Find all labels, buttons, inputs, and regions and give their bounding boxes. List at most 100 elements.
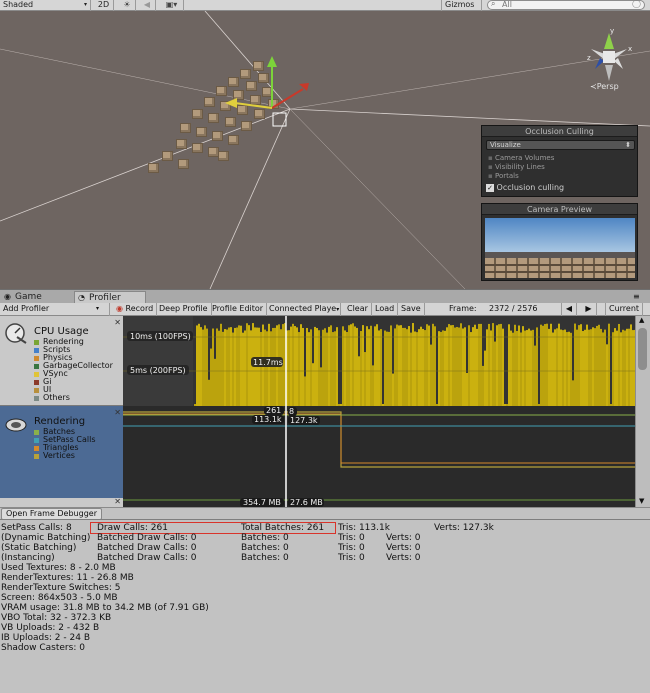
memory-area[interactable]: ✕: [0, 497, 123, 507]
tab-menu-icon[interactable]: ≡: [633, 292, 640, 301]
rendering-area[interactable]: Rendering Batches SetPass Calls Triangle…: [0, 406, 123, 498]
profiler-toolbar: Add Profiler ▾ ◉ Record Deep Profile Pro…: [0, 303, 650, 316]
orientation-gizmo[interactable]: y x z: [583, 27, 635, 85]
cpu-frame-bar: [328, 326, 330, 406]
cpu-frame-bar: [450, 325, 452, 406]
legend-others[interactable]: Others: [34, 394, 70, 402]
stat-render-textures: RenderTextures: 11 - 26.8 MB: [1, 573, 134, 583]
cpu-frame-bar: [468, 325, 470, 406]
stat-shadow-casters: Shadow Casters: 0: [1, 643, 85, 653]
connected-player-label: Connected Playe: [269, 304, 337, 313]
previous-frame-icon[interactable]: ◀: [561, 303, 577, 316]
cpu-frame-bar: [266, 331, 268, 406]
cpu-frame-bar: [490, 330, 492, 406]
close-icon[interactable]: ✕: [114, 318, 121, 327]
legend-swatch: [34, 388, 39, 393]
record-button[interactable]: ◉ Record: [113, 303, 158, 316]
add-profiler-dropdown[interactable]: Add Profiler ▾: [0, 303, 110, 316]
load-button[interactable]: Load: [372, 303, 399, 316]
stat-vb-uploads: VB Uploads: 2 - 432 B: [1, 623, 100, 633]
checkbox-checked-icon[interactable]: ✓: [486, 184, 494, 192]
legend-swatch: [34, 438, 39, 443]
cpu-frame-bar: [488, 323, 490, 406]
frame-value: 2372 / 2576: [489, 304, 538, 313]
2d-toggle[interactable]: 2D: [94, 0, 114, 11]
clear-button[interactable]: Clear: [344, 303, 372, 316]
legend-swatch: [34, 372, 39, 377]
memory-chart[interactable]: 354.7 MB 27.6 MB: [123, 498, 635, 507]
sun-icon[interactable]: ☀: [119, 0, 136, 11]
visualize-dropdown[interactable]: Visualize ⬍: [486, 140, 635, 150]
projection-label[interactable]: ≺Persp: [590, 82, 619, 91]
cpu-frame-bar: [240, 325, 242, 406]
cpu-frame-bar: [480, 323, 482, 406]
cpu-frame-bar: [300, 324, 302, 406]
cpu-frame-bar: [442, 330, 444, 406]
cpu-frame-bar: [466, 372, 468, 406]
image-icon[interactable]: ▣▾: [160, 0, 184, 11]
scroll-down-icon[interactable]: ▼: [639, 497, 644, 505]
projection-text: Persp: [596, 82, 619, 91]
vertical-scrollbar[interactable]: ▲ ▼: [635, 316, 650, 507]
gizmos-dropdown[interactable]: Gizmos ▾: [441, 0, 482, 19]
cpu-frame-bar: [456, 326, 458, 406]
cpu-frame-bar: [562, 330, 564, 406]
rendering-title: Rendering: [34, 416, 86, 427]
rendering-chart[interactable]: 261 8 113.1k 127.3k: [123, 406, 635, 498]
cpu-frame-bar: [418, 329, 420, 406]
cpu-frame-bar: [332, 332, 334, 406]
cpu-frame-bar: [422, 328, 424, 406]
legend-swatch: [34, 396, 39, 401]
legend-swatch: [34, 348, 39, 353]
option-visibility-lines[interactable]: ▪ Visibility Lines: [488, 163, 554, 172]
cpu-frame-bar: [572, 380, 574, 406]
move-gizmo[interactable]: [215, 51, 315, 131]
cpu-frame-bar: [578, 325, 580, 406]
next-frame-icon[interactable]: ▶: [581, 303, 597, 316]
clear-search-icon[interactable]: ◯: [632, 0, 641, 8]
connected-player-dropdown[interactable]: Connected Playe▾: [266, 303, 341, 316]
gizmo-x-label: x: [628, 45, 632, 53]
cpu-frame-bar: [516, 330, 518, 406]
cpu-frame-bar: [306, 327, 308, 406]
cpu-frame-bar: [230, 327, 232, 406]
occlusion-culling-toggle[interactable]: ✓ Occlusion culling: [486, 183, 564, 192]
cpu-frame-bar: [518, 325, 520, 406]
option-portals[interactable]: ▪ Portals: [488, 172, 554, 181]
frame-debugger-bar: Open Frame Debugger: [0, 507, 650, 520]
scene-view[interactable]: y x z ≺Persp Occlusion Culling Visualize…: [0, 11, 650, 289]
stat-dynamic-verts: Verts: 0: [386, 533, 421, 543]
profile-editor-button[interactable]: Profile Editor: [209, 303, 268, 316]
cpu-frame-bar: [564, 329, 566, 406]
speaker-icon[interactable]: ◀: [139, 0, 156, 11]
cpu-usage-title: CPU Usage: [34, 326, 89, 337]
cpu-frame-bar: [228, 327, 230, 406]
cpu-frame-bar: [232, 332, 234, 406]
deep-profile-button[interactable]: Deep Profile: [156, 303, 212, 316]
search-icon: ⌕: [491, 0, 496, 8]
cpu-frame-bar: [544, 324, 546, 406]
cpu-frame-bar: [324, 328, 326, 406]
search-input[interactable]: ⌕ All ◯: [487, 0, 645, 10]
cpu-usage-area[interactable]: CPU Usage Rendering Scripts Physics Garb…: [0, 316, 123, 406]
cpu-frame-bar: [226, 329, 228, 406]
save-button[interactable]: Save: [398, 303, 425, 316]
option-camera-volumes[interactable]: ▪ Camera Volumes: [488, 154, 554, 163]
stat-vbo-total: VBO Total: 32 - 372.3 KB: [1, 613, 112, 623]
crate: [162, 151, 173, 161]
scroll-up-icon[interactable]: ▲: [639, 316, 644, 324]
cpu-frame-bar: [406, 329, 408, 406]
record-icon: ◉: [116, 304, 123, 313]
cpu-usage-chart[interactable]: 10ms (100FPS) 5ms (200FPS) 11.7ms: [123, 316, 636, 406]
current-frame-button[interactable]: Current: [605, 303, 644, 316]
shading-mode-dropdown[interactable]: Shaded ▾: [0, 0, 91, 11]
legend-swatch: [34, 364, 39, 369]
legend-vertices[interactable]: Vertices: [34, 452, 75, 460]
visualize-options: ▪ Camera Volumes ▪ Visibility Lines ▪ Po…: [488, 154, 554, 181]
close-icon[interactable]: ✕: [114, 497, 121, 506]
cpu-frame-bar: [568, 331, 570, 406]
cpu-frame-bar: [486, 329, 488, 406]
close-icon[interactable]: ✕: [114, 408, 121, 417]
legend-swatch: [34, 430, 39, 435]
scrollbar-thumb[interactable]: [638, 328, 647, 370]
